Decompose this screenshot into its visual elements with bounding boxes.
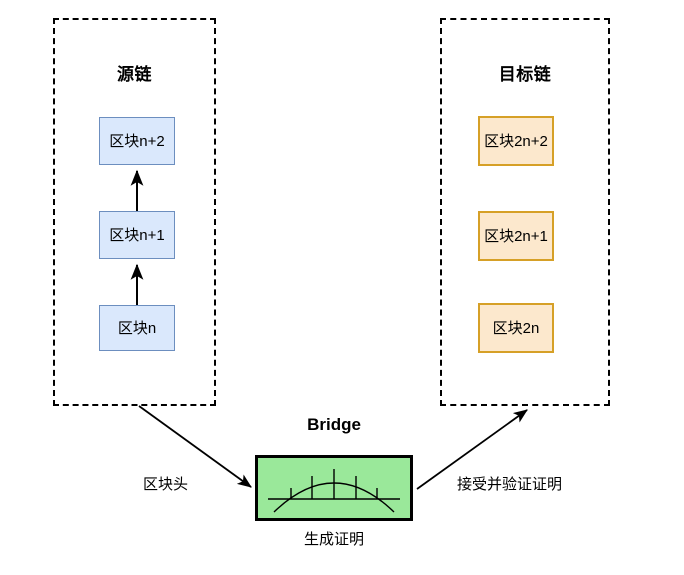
- target-block-2n-plus-1-label: 区块2n+1: [484, 227, 548, 245]
- bridge-arch-icon: [268, 469, 400, 513]
- target-block-2n-plus-2-label: 区块2n+2: [484, 132, 548, 150]
- target-block-2n: 区块2n: [478, 303, 554, 353]
- source-block-n-plus-1-label: 区块n+1: [109, 226, 165, 244]
- bridge-caption: 生成证明: [303, 531, 364, 548]
- target-block-2n-plus-1: 区块2n+1: [478, 211, 554, 261]
- edge-label-block-header: 区块头: [143, 476, 189, 493]
- edge-label-accept-verify-proof: 接受并验证证明: [457, 476, 563, 493]
- source-block-n-label: 区块n: [117, 319, 157, 337]
- diagram-canvas: 源链 区块n+2 区块n+1 区块n 目标链 区块2n+2 区块2n+1 区块2…: [0, 0, 684, 575]
- source-block-n-plus-2: 区块n+2: [99, 117, 175, 165]
- source-chain-title: 源链: [117, 65, 152, 84]
- target-block-2n-plus-2: 区块2n+2: [478, 116, 554, 166]
- bridge-title: Bridge: [307, 415, 361, 434]
- target-block-2n-label: 区块2n: [492, 319, 540, 337]
- source-block-n: 区块n: [99, 305, 175, 351]
- source-block-n-plus-1: 区块n+1: [99, 211, 175, 259]
- target-chain-title: 目标链: [498, 65, 552, 84]
- source-block-n-plus-2-label: 区块n+2: [109, 132, 165, 150]
- bridge-node: [255, 455, 413, 521]
